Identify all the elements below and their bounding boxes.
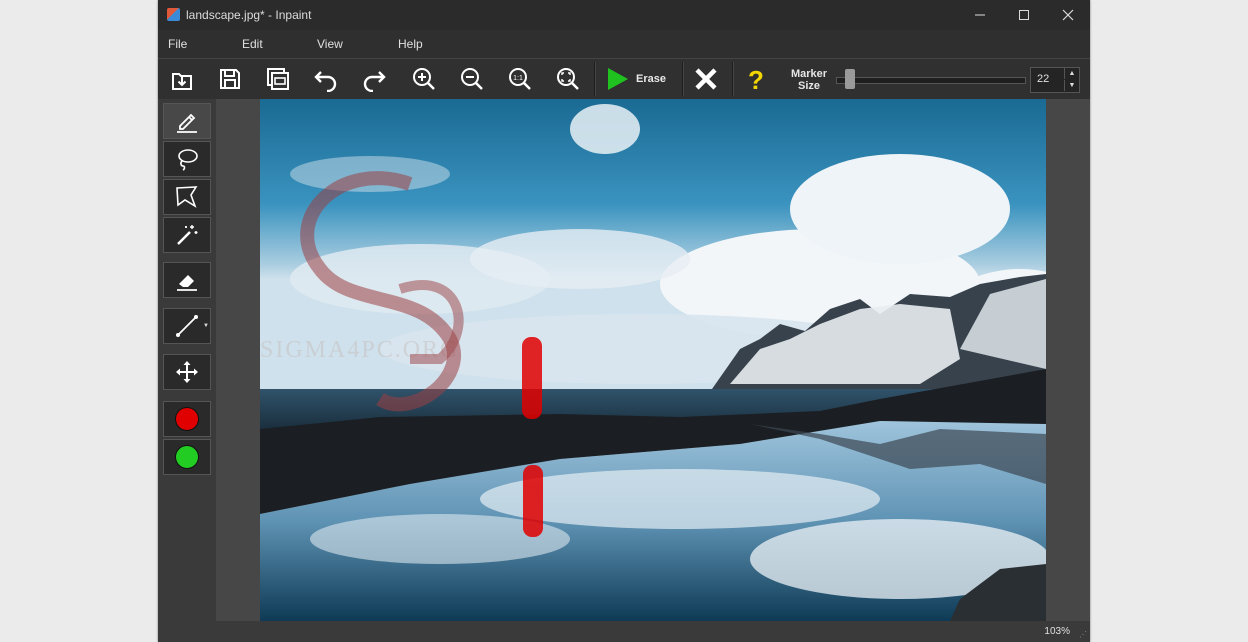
close-icon[interactable] [1046,0,1090,30]
menu-edit[interactable]: Edit [242,37,263,51]
marker-size-label: Marker Size [786,68,832,92]
red-color-swatch[interactable] [163,401,211,437]
canvas-area[interactable]: SIGMA4PC.ORG [216,99,1090,621]
magic-wand-tool[interactable] [163,217,211,253]
magic-wand-icon [177,225,198,245]
save-copy-icon[interactable] [262,63,294,95]
marker-label-line2: Size [797,80,820,92]
eraser-tool[interactable] [163,262,211,298]
spin-up-icon[interactable]: ▲ [1064,68,1079,79]
toolbar: 1:1 Erase ? Marker Size 22 ▲ ▼ [158,58,1090,100]
save-icon[interactable] [214,63,246,95]
line-tool[interactable]: ▼ [163,308,211,344]
lasso-tool[interactable] [163,141,211,177]
spin-down-icon[interactable]: ▼ [1064,80,1079,91]
green-dot-icon [175,445,199,469]
marker-size-slider[interactable] [836,77,1026,84]
marker-size-spinbox[interactable]: 22 ▲ ▼ [1030,67,1080,93]
move-tool[interactable] [163,354,211,390]
zoom-in-icon[interactable] [408,63,440,95]
resize-grip-icon[interactable]: ⋰ [1079,630,1087,639]
marker-tool[interactable] [163,103,211,139]
zoom-out-icon[interactable] [456,63,488,95]
move-icon [176,361,198,383]
svg-text:?: ? [748,66,764,92]
menu-help[interactable]: Help [398,37,423,51]
svg-text:1:1: 1:1 [513,75,523,82]
app-logo-icon [167,8,180,21]
tool-panel: ▼ [158,99,216,621]
green-color-swatch[interactable] [163,439,211,475]
landscape-image[interactable]: SIGMA4PC.ORG [260,99,1046,621]
play-icon [608,68,628,90]
eraser-icon [177,275,197,291]
polygonal-lasso-icon [176,186,198,208]
erase-button[interactable]: Erase [604,63,678,95]
marker-label-line1: Marker [790,68,828,80]
red-mask-reflection [523,465,543,537]
menu-bar: File Edit View Help [158,30,1090,58]
menu-file[interactable]: File [168,37,187,51]
cancel-icon[interactable] [690,63,722,95]
slider-thumb[interactable] [845,69,855,89]
app-window: landscape.jpg* - Inpaint File Edit View … [158,0,1090,642]
zoom-actual-icon[interactable]: 1:1 [504,63,536,95]
maximize-icon[interactable] [1002,0,1046,30]
marker-size-value[interactable]: 22 [1037,73,1049,85]
erase-label: Erase [636,73,666,85]
polygonal-lasso-tool[interactable] [163,179,211,215]
red-mask-person [522,337,542,419]
redo-icon[interactable] [358,63,390,95]
menu-view[interactable]: View [317,37,343,51]
window-title: landscape.jpg* - Inpaint [186,8,312,22]
status-bar: 103% ⋰ [158,621,1090,642]
title-bar: landscape.jpg* - Inpaint [158,0,1090,30]
open-icon[interactable] [166,63,198,95]
line-icon [176,315,198,337]
zoom-level: 103% [1044,626,1070,637]
minimize-icon[interactable] [958,0,1002,30]
toolbar-separator [732,62,734,96]
dropdown-arrow-icon[interactable]: ▼ [203,323,209,329]
red-dot-icon [175,407,199,431]
undo-icon[interactable] [310,63,342,95]
help-icon[interactable]: ? [740,63,772,95]
toolbar-separator [594,62,596,96]
marker-icon [177,113,197,133]
toolbar-separator [682,62,684,96]
lasso-icon [178,149,198,171]
zoom-fit-icon[interactable] [552,63,584,95]
